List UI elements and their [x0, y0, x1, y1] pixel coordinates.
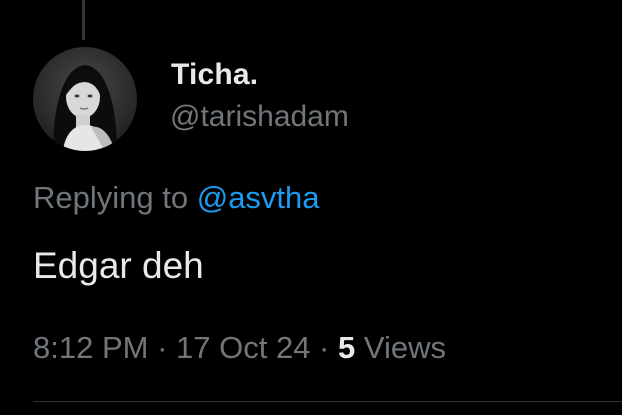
- meta-separator: ·: [310, 330, 338, 365]
- views-count: 5: [338, 330, 356, 365]
- tweet-meta: 8:12 PM · 17 Oct 24 · 5 Views: [33, 330, 446, 366]
- replying-to-label: Replying to: [33, 180, 197, 215]
- tweet-time[interactable]: 8:12 PM: [33, 330, 148, 365]
- avatar[interactable]: [33, 47, 137, 151]
- avatar-photo: [33, 47, 137, 151]
- thread-connector-line: [82, 0, 85, 40]
- replying-to-mention-link[interactable]: @asvtha: [197, 180, 320, 215]
- meta-separator: ·: [148, 330, 177, 365]
- divider: [33, 401, 622, 402]
- tweet-detail: Ticha. @tarishadam Replying to @asvtha E…: [0, 0, 622, 415]
- author-handle[interactable]: @tarishadam: [170, 100, 349, 134]
- tweet-text: Edgar deh: [33, 245, 204, 286]
- replying-to-line: Replying to @asvtha: [33, 180, 320, 216]
- tweet-date[interactable]: 17 Oct 24: [176, 330, 310, 365]
- author-display-name[interactable]: Ticha.: [171, 58, 258, 92]
- views-label: Views: [355, 330, 446, 365]
